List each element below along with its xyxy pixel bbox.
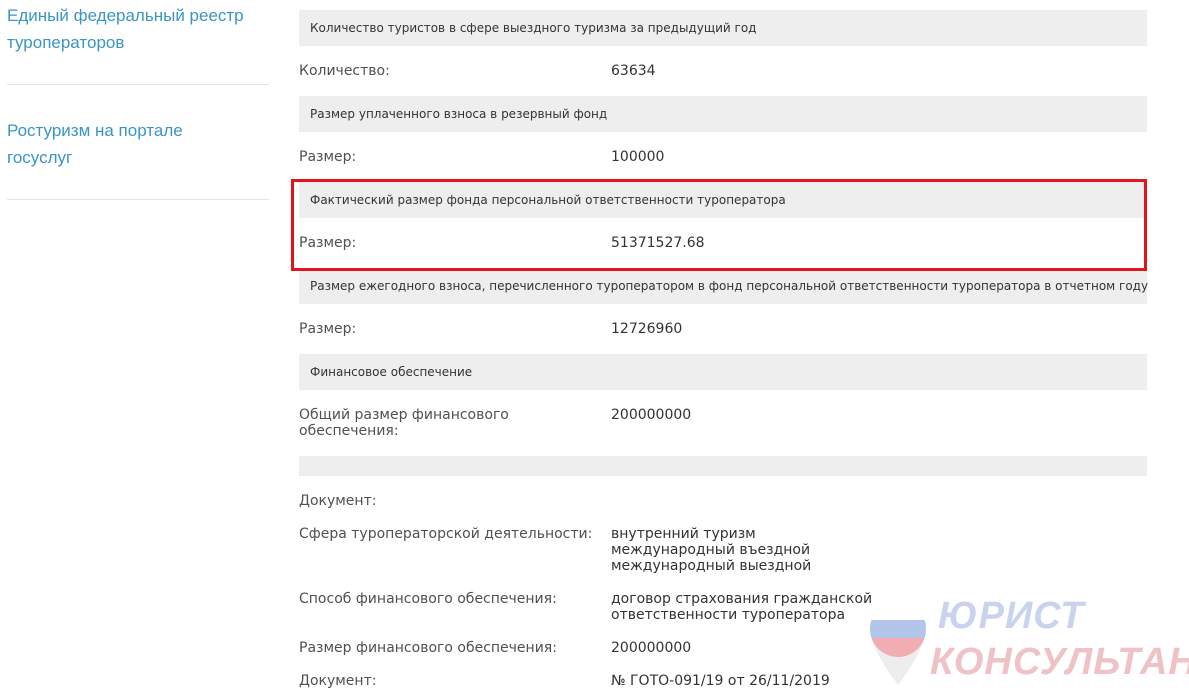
scope-label: Сфера туроператорской деятельности: [299,526,593,542]
reserve-label: Размер: [299,149,357,165]
sidebar-link-gosuslugi[interactable]: Ростуризм на портале госуслуг [7,117,247,171]
financial-total-value: 200000000 [611,407,692,423]
map-pin-icon [870,601,926,685]
watermark-line2: КОНСУЛЬТАНТ [930,641,1189,683]
tourists-value: 63634 [611,63,656,79]
watermark-line1: ЮРИСТ [938,595,1085,637]
annual-contribution-value: 12726960 [611,321,683,337]
section-header-empty [299,456,1147,476]
annual-contribution-label: Размер: [299,321,357,337]
method-label: Способ финансового обеспечения: [299,591,557,607]
scope-values: внутренний туризм международный въездной… [611,526,1031,574]
scope-value: международный въездной [611,542,811,558]
financial-total-label-line2: обеспечения: [299,423,399,439]
financial-total-label-line1: Общий размер финансового [299,407,509,423]
section-header-annual-contribution: Размер ежегодного взноса, перечисленного… [299,268,1148,304]
sidebar-divider [7,199,269,200]
document-label: Документ: [299,493,377,509]
tourists-label: Количество: [299,63,390,79]
scope-value: международный выездной [611,558,812,574]
section-header-reserve-fund: Размер уплаченного взноса в резервный фо… [299,96,1147,132]
section-header-tourists: Количество туристов в сфере выездного ту… [299,10,1147,46]
highlight-frame [291,179,1147,271]
watermark-logo: ЮРИСТ КОНСУЛЬТАНТ [866,595,1189,693]
doc-label: Документ: [299,673,377,689]
scope-value: внутренний туризм [611,526,756,542]
section-header-financial: Финансовое обеспечение [299,354,1147,390]
reserve-value: 100000 [611,149,665,165]
amount-label: Размер финансового обеспечения: [299,640,557,656]
sidebar-divider [7,84,269,85]
sidebar-link-registry[interactable]: Единый федеральный реестр туроператоров [7,2,247,56]
financial-total-label: Общий размер финансового обеспечения: [299,407,599,439]
